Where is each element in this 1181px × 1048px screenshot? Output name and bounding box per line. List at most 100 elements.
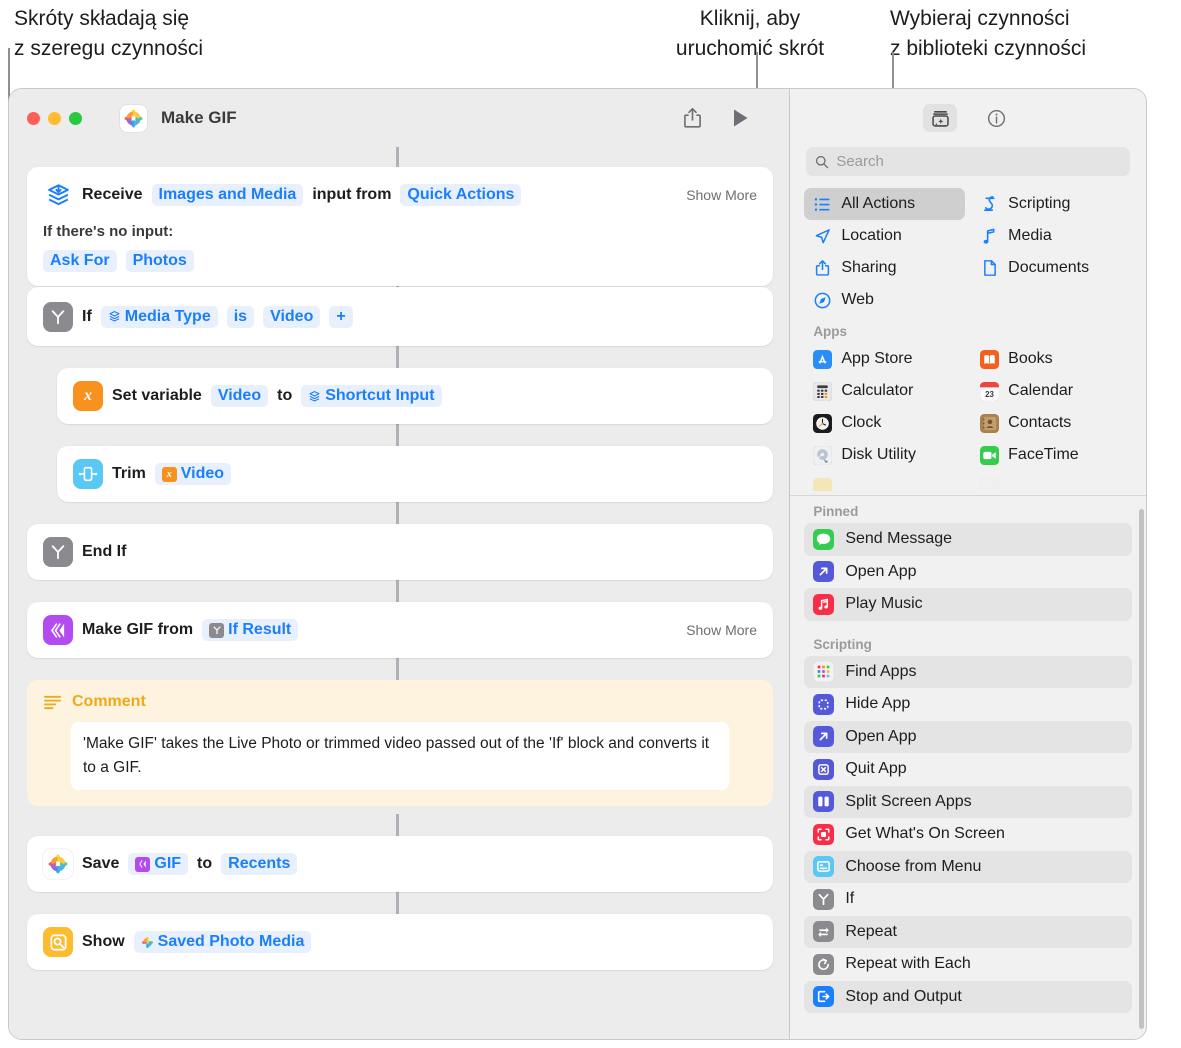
list-item-label: Open App [845,728,916,746]
token-label: Shortcut Input [325,387,434,405]
action-card-if[interactable]: If Media Type is Video + [27,287,773,346]
list-item-hide-app[interactable]: Hide App [804,688,1132,721]
app-partial-row-left[interactable] [804,471,965,491]
run-icon[interactable] [732,108,749,128]
apps-grid: App Store Books [790,343,1146,491]
category-label: Documents [1008,259,1089,277]
app-contacts[interactable]: Contacts [971,407,1132,439]
token-recents[interactable]: Recents [221,853,297,875]
category-label: Sharing [841,259,896,277]
token-if-result[interactable]: If Result [202,619,298,641]
share-icon [813,259,832,277]
action-card-end-if[interactable]: End If [27,524,773,580]
stop-output-icon [813,986,834,1007]
library-list[interactable]: Pinned Send Message Open App [790,496,1146,1039]
list-item-repeat-with-each[interactable]: Repeat with Each [804,948,1132,981]
action-card-receive[interactable]: Receive Images and Media input from Quic… [27,167,773,286]
token-is[interactable]: is [227,306,254,328]
add-condition-button[interactable]: + [329,306,352,328]
action-prefix: Set variable [112,387,202,405]
app-clock[interactable]: Clock [804,407,965,439]
category-sharing[interactable]: Sharing [804,252,965,284]
search-box[interactable] [806,147,1130,176]
action-card-save[interactable]: Save GIF to Recents [27,836,773,892]
category-label: Location [841,227,902,245]
category-location[interactable]: Location [804,220,965,252]
token-saved-photo-media[interactable]: Saved Photo Media [134,931,312,953]
list-item-play-music[interactable]: Play Music [804,588,1132,621]
category-web[interactable]: Web [804,284,965,316]
app-facetime[interactable]: FaceTime [971,439,1132,471]
list-item-repeat[interactable]: Repeat [804,916,1132,949]
list-item-open-app[interactable]: Open App [804,721,1132,754]
app-label: Calendar [1008,382,1073,400]
shortcut-input-glyph [308,390,321,403]
token-quick-actions[interactable]: Quick Actions [400,184,521,206]
list-item-get-whats-on-screen[interactable]: Get What's On Screen [804,818,1132,851]
flow-connector [396,892,399,914]
minimize-button[interactable] [48,112,61,125]
app-label: Disk Utility [841,446,916,464]
scripting-icon [980,195,999,213]
app-partial-row-right[interactable] [971,471,1132,491]
app-calculator[interactable]: Calculator [804,375,965,407]
token-images-and-media[interactable]: Images and Media [152,184,304,206]
category-all-actions[interactable]: All Actions [804,188,965,220]
app-books[interactable]: Books [971,343,1132,375]
maximize-button[interactable] [69,112,82,125]
token-video-var[interactable]: Video [211,385,268,407]
token-gif[interactable]: GIF [128,853,188,875]
facetime-icon [980,446,999,465]
show-more-make-gif[interactable]: Show More [686,622,757,638]
messages-icon [813,529,834,550]
close-button[interactable] [27,112,40,125]
action-row: End If [27,524,773,580]
comment-card[interactable]: Comment 'Make GIF' takes the Live Photo … [27,680,773,806]
action-prefix: Trim [112,465,146,483]
token-shortcut-input[interactable]: Shortcut Input [301,385,441,407]
list-item-quit-app[interactable]: Quit App [804,753,1132,786]
list-item-label: Open App [845,563,916,581]
token-video[interactable]: Video [263,306,320,328]
list-item-stop-and-output[interactable]: Stop and Output [804,981,1132,1014]
receive-fallback: If there's no input: Ask For Photos [27,223,773,286]
list-item-choose-from-menu[interactable]: Choose from Menu [804,851,1132,884]
shortcut-input-glyph [108,310,121,323]
token-photos[interactable]: Photos [126,250,194,272]
action-card-trim[interactable]: Trim x Video [57,446,773,502]
token-ask-for[interactable]: Ask For [43,250,117,272]
token-media-type[interactable]: Media Type [101,306,218,328]
list-item-find-apps[interactable]: Find Apps [804,656,1132,689]
list-item-label: Stop and Output [845,988,962,1006]
search-icon [815,155,829,169]
list-item-if[interactable]: If [804,883,1132,916]
category-media[interactable]: Media [971,220,1132,252]
flow-connector [396,814,399,836]
category-documents[interactable]: Documents [971,252,1132,284]
token-video-trim[interactable]: x Video [155,463,231,485]
library-scrollbar[interactable] [1139,509,1144,1029]
category-scripting[interactable]: Scripting [971,188,1132,220]
flow-connector [396,502,399,524]
list-item-split-screen-apps[interactable]: Split Screen Apps [804,786,1132,819]
app-disk-utility[interactable]: Disk Utility [804,439,965,471]
action-card-show[interactable]: Show Saved Photo Media [27,914,773,970]
info-icon[interactable] [979,104,1013,132]
list-item-send-message[interactable]: Send Message [804,523,1132,556]
share-icon[interactable] [683,107,702,129]
action-card-set-variable[interactable]: x Set variable Video to Shortcut Input [57,368,773,424]
show-more-receive[interactable]: Show More [686,187,757,203]
app-app-store[interactable]: App Store [804,343,965,375]
action-library-icon[interactable] [923,104,957,132]
list-item-open-app-pinned[interactable]: Open App [804,556,1132,589]
app-label: Books [1008,350,1052,368]
search-input[interactable] [836,153,1121,170]
action-card-make-gif[interactable]: Make GIF from If Result Show More [27,602,773,658]
safari-compass-icon [813,292,832,309]
app-calendar[interactable]: 23 Calendar [971,375,1132,407]
comment-text[interactable]: 'Make GIF' takes the Live Photo or trimm… [71,722,729,790]
action-prefix: Show [82,933,125,951]
variable-chip-icon: x [162,467,177,482]
action-library-pane: All Actions Scripting [790,89,1146,1039]
category-label: All Actions [841,195,915,213]
